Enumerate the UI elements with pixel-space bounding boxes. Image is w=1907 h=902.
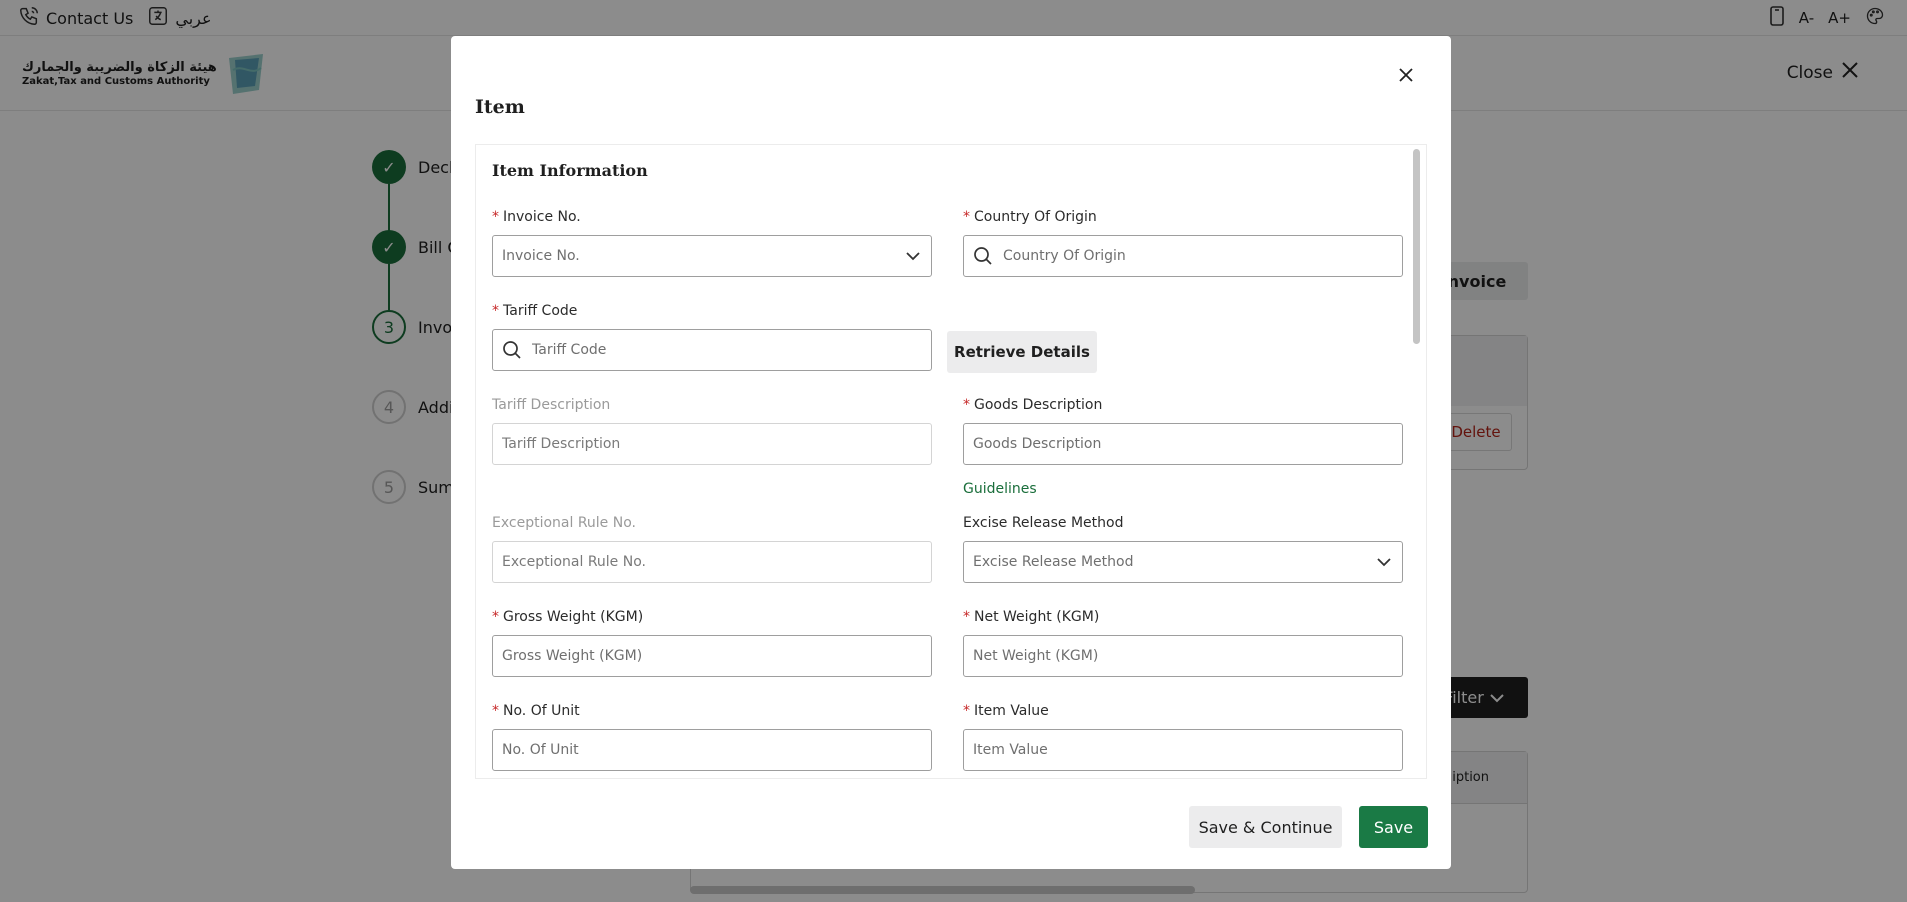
country-of-origin-search-input[interactable]: Country Of Origin bbox=[963, 235, 1403, 277]
net-weight-label: Net Weight (KGM) bbox=[974, 609, 1100, 625]
country-of-origin-label: Country Of Origin bbox=[974, 209, 1097, 225]
net-weight-input[interactable]: Net Weight (KGM) bbox=[963, 635, 1403, 677]
tariff-description-field: Tariff Description Tariff Description bbox=[492, 395, 932, 465]
guidelines-link[interactable]: Guidelines bbox=[963, 481, 1037, 497]
chevron-down-icon bbox=[904, 247, 922, 265]
chevron-down-icon bbox=[1375, 553, 1393, 571]
invoice-no-field: * Invoice No. Invoice No. bbox=[492, 207, 932, 277]
search-icon bbox=[973, 245, 995, 267]
required-marker: * bbox=[963, 609, 970, 625]
required-marker: * bbox=[492, 303, 499, 319]
exceptional-rule-no-placeholder: Exceptional Rule No. bbox=[502, 554, 646, 570]
exceptional-rule-no-label: Exceptional Rule No. bbox=[492, 515, 636, 531]
required-marker: * bbox=[492, 209, 499, 225]
tariff-code-field: * Tariff Code Tariff Code bbox=[492, 301, 932, 371]
invoice-no-label: Invoice No. bbox=[503, 209, 581, 225]
invoice-no-select[interactable]: Invoice No. bbox=[492, 235, 932, 277]
required-marker: * bbox=[963, 209, 970, 225]
no-of-unit-placeholder: No. Of Unit bbox=[502, 742, 579, 758]
tariff-code-search-input[interactable]: Tariff Code bbox=[492, 329, 932, 371]
item-value-input[interactable]: Item Value bbox=[963, 729, 1403, 771]
search-icon bbox=[502, 339, 524, 361]
tariff-description-input: Tariff Description bbox=[492, 423, 932, 465]
net-weight-field: * Net Weight (KGM) Net Weight (KGM) bbox=[963, 607, 1403, 677]
item-value-label: Item Value bbox=[974, 703, 1049, 719]
gross-weight-placeholder: Gross Weight (KGM) bbox=[502, 648, 643, 664]
retrieve-details-button[interactable]: Retrieve Details bbox=[947, 331, 1097, 373]
close-icon bbox=[1399, 67, 1413, 86]
required-marker: * bbox=[492, 609, 499, 625]
vertical-scrollbar[interactable] bbox=[1413, 149, 1420, 344]
exceptional-rule-no-input: Exceptional Rule No. bbox=[492, 541, 932, 583]
country-of-origin-field: * Country Of Origin Country Of Origin bbox=[963, 207, 1403, 277]
modal-title: Item bbox=[475, 96, 525, 118]
excise-release-method-label: Excise Release Method bbox=[963, 515, 1124, 531]
required-marker: * bbox=[492, 703, 499, 719]
net-weight-placeholder: Net Weight (KGM) bbox=[973, 648, 1099, 664]
excise-release-method-field: Excise Release Method Excise Release Met… bbox=[963, 513, 1403, 583]
goods-description-placeholder: Goods Description bbox=[973, 436, 1102, 452]
no-of-unit-field: * No. Of Unit No. Of Unit bbox=[492, 701, 932, 771]
item-information-panel: Item Information * Invoice No. Invoice No… bbox=[475, 144, 1427, 779]
gross-weight-label: Gross Weight (KGM) bbox=[503, 609, 644, 625]
no-of-unit-input[interactable]: No. Of Unit bbox=[492, 729, 932, 771]
gross-weight-input[interactable]: Gross Weight (KGM) bbox=[492, 635, 932, 677]
tariff-code-label: Tariff Code bbox=[503, 303, 578, 319]
tariff-description-placeholder: Tariff Description bbox=[502, 436, 621, 452]
invoice-no-placeholder: Invoice No. bbox=[502, 248, 580, 264]
excise-release-method-placeholder: Excise Release Method bbox=[973, 554, 1134, 570]
section-title: Item Information bbox=[492, 161, 648, 180]
item-modal: Item Item Information * Invoice No. Invoi… bbox=[451, 36, 1451, 869]
gross-weight-field: * Gross Weight (KGM) Gross Weight (KGM) bbox=[492, 607, 932, 677]
save-and-continue-button[interactable]: Save & Continue bbox=[1189, 806, 1342, 848]
goods-description-label: Goods Description bbox=[974, 397, 1103, 413]
no-of-unit-label: No. Of Unit bbox=[503, 703, 580, 719]
tariff-code-placeholder: Tariff Code bbox=[532, 342, 607, 358]
goods-description-field: * Goods Description Goods Description bbox=[963, 395, 1403, 465]
required-marker: * bbox=[963, 703, 970, 719]
goods-description-input[interactable]: Goods Description bbox=[963, 423, 1403, 465]
tariff-description-label: Tariff Description bbox=[492, 397, 611, 413]
item-value-placeholder: Item Value bbox=[973, 742, 1048, 758]
item-value-field: * Item Value Item Value bbox=[963, 701, 1403, 771]
required-marker: * bbox=[963, 397, 970, 413]
exceptional-rule-no-field: Exceptional Rule No. Exceptional Rule No… bbox=[492, 513, 932, 583]
excise-release-method-select[interactable]: Excise Release Method bbox=[963, 541, 1403, 583]
save-button[interactable]: Save bbox=[1359, 806, 1428, 848]
country-of-origin-placeholder: Country Of Origin bbox=[1003, 248, 1126, 264]
modal-close-button[interactable] bbox=[1394, 64, 1418, 88]
